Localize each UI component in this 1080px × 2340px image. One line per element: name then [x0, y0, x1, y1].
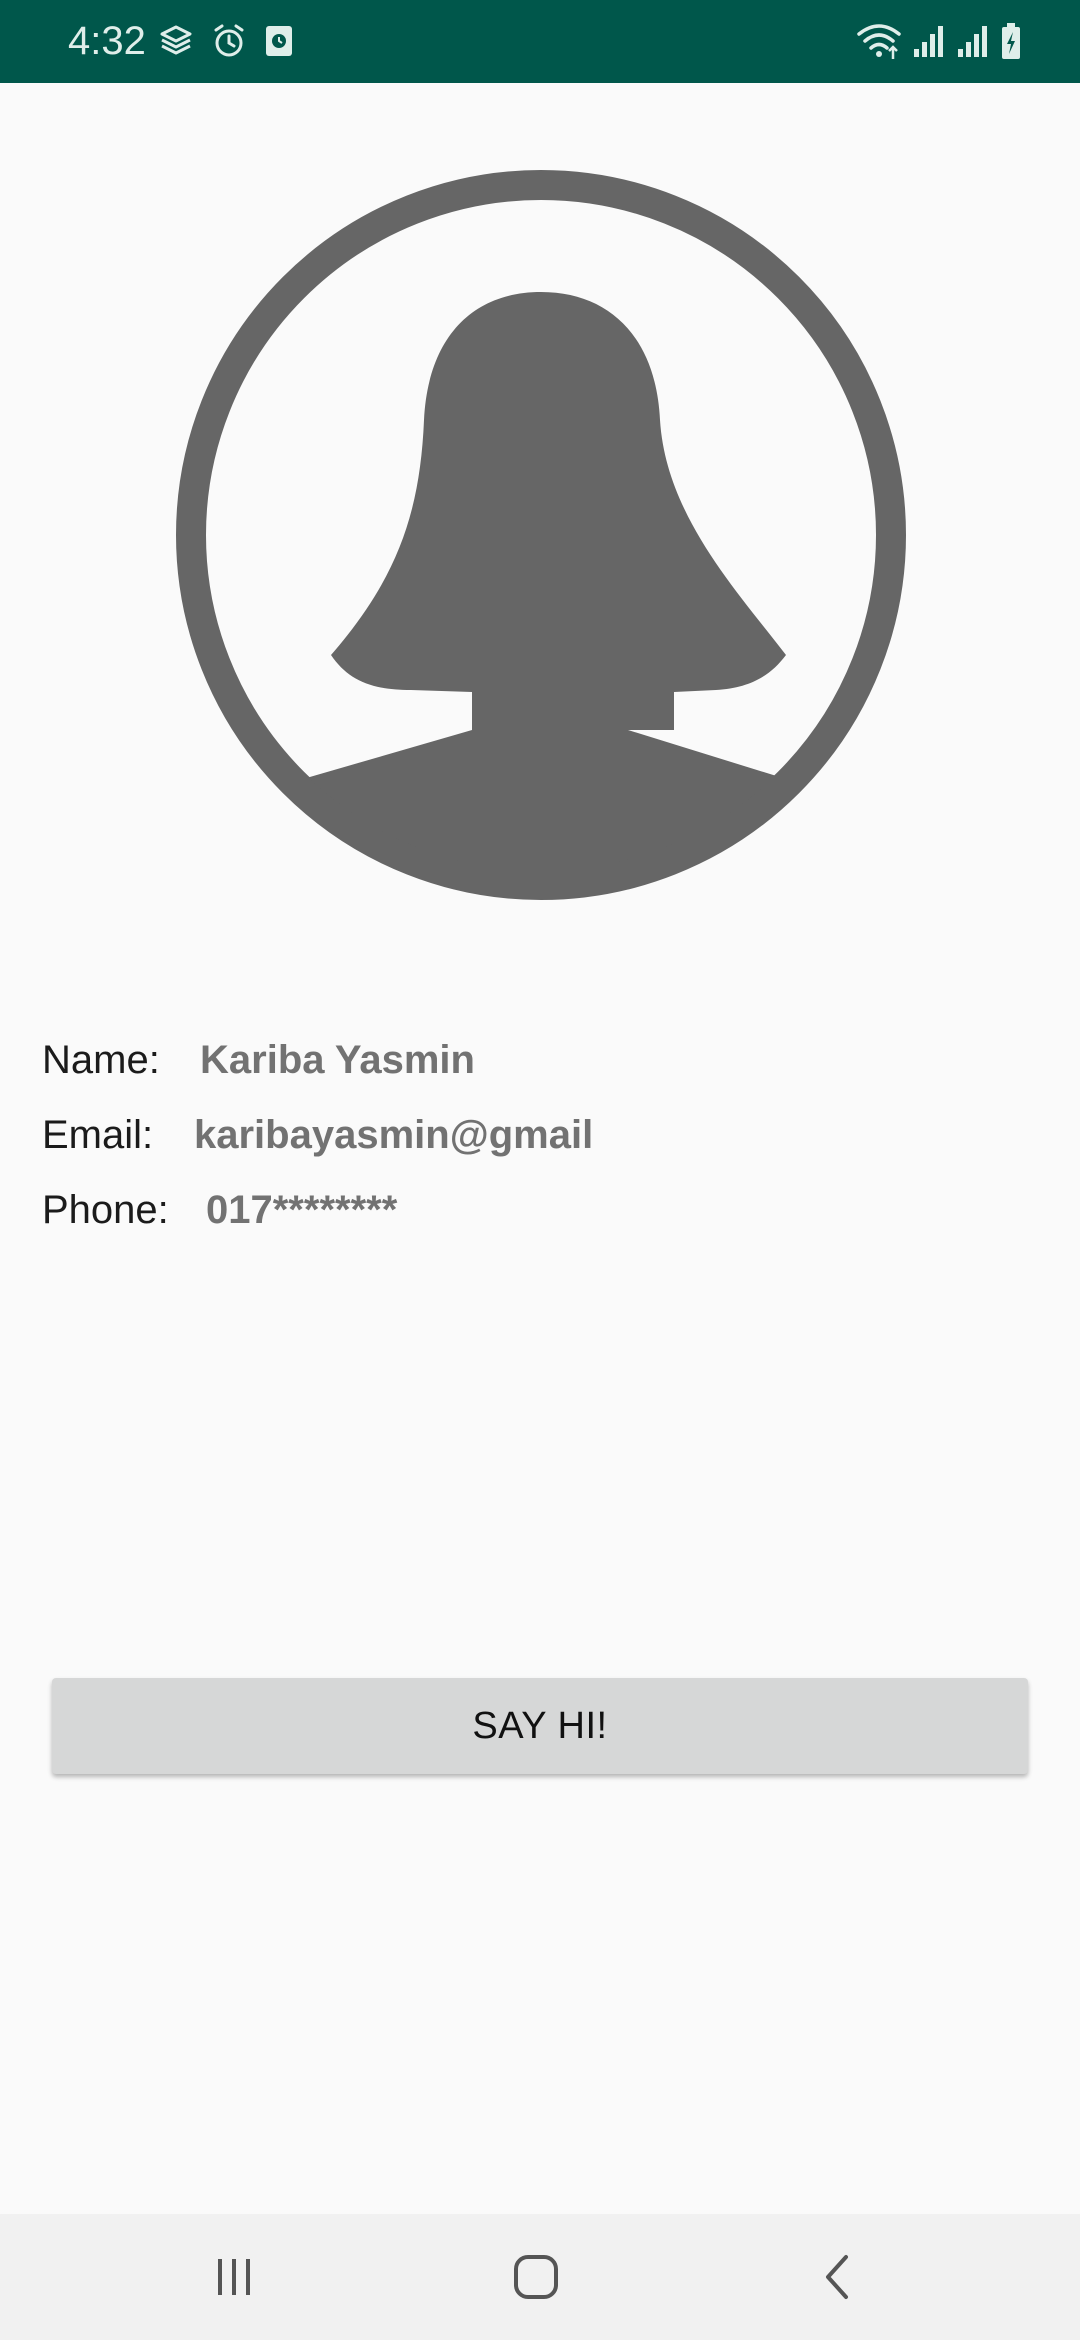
home-button[interactable] [436, 2214, 636, 2340]
home-icon [514, 2255, 558, 2299]
screen-record-icon [266, 26, 292, 56]
female-avatar-icon [176, 170, 906, 900]
layers-icon [160, 25, 192, 55]
phone-row: Phone: 017******** [42, 1180, 1042, 1255]
screen: 4:32 Name: Kariba Yasmin Email: karibaya… [0, 0, 1080, 2340]
battery-charging-icon [1002, 23, 1020, 59]
say-hi-button[interactable]: SAY HI! [52, 1678, 1028, 1774]
back-icon [826, 2255, 848, 2299]
status-bar: 4:32 [0, 0, 1080, 83]
profile-info: Name: Kariba Yasmin Email: karibayasmin@… [42, 1030, 1042, 1255]
status-system-icons [856, 18, 1022, 64]
email-label: Email: [42, 1113, 154, 1157]
recent-apps-icon [218, 2259, 250, 2295]
name-value: Kariba Yasmin [200, 1038, 475, 1082]
back-button[interactable] [738, 2214, 938, 2340]
wifi-icon [857, 24, 901, 59]
navigation-bar [0, 2214, 1080, 2340]
alarm-icon [214, 24, 244, 57]
name-label: Name: [42, 1038, 160, 1082]
signal-icon [914, 26, 943, 57]
name-row: Name: Kariba Yasmin [42, 1030, 1042, 1105]
signal-icon [958, 26, 987, 57]
email-value: karibayasmin@gmail [194, 1113, 594, 1157]
status-time: 4:32 [68, 19, 146, 63]
status-notification-icons [158, 20, 294, 62]
phone-value: 017******** [206, 1188, 398, 1232]
phone-label: Phone: [42, 1188, 169, 1232]
email-row: Email: karibayasmin@gmail [42, 1105, 1042, 1180]
recent-apps-button[interactable] [134, 2214, 334, 2340]
